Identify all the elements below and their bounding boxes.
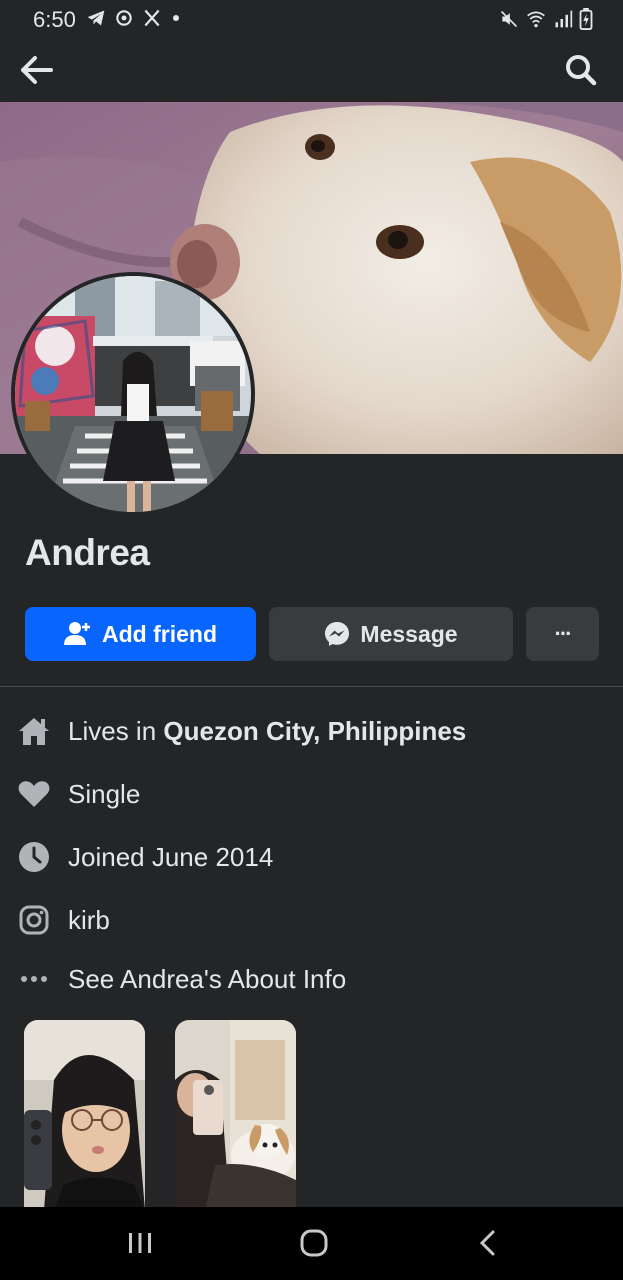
home-nav-icon xyxy=(300,1229,328,1257)
wifi-icon xyxy=(527,11,545,28)
battery-icon xyxy=(579,8,593,30)
signal-icon xyxy=(555,10,573,28)
add-friend-button[interactable]: Add friend xyxy=(25,607,256,661)
dot-icon xyxy=(173,15,179,21)
featured-photo-1[interactable] xyxy=(24,1020,145,1210)
search-button[interactable] xyxy=(561,52,601,88)
app-bar xyxy=(0,38,623,102)
telegram-icon xyxy=(87,10,105,26)
instagram-icon xyxy=(18,904,50,936)
info-about-link[interactable]: See Andrea's About Info xyxy=(0,957,623,1001)
status-right-icons xyxy=(499,8,593,30)
status-time: 6:50 xyxy=(33,7,76,32)
divider xyxy=(0,686,623,687)
info-lives-place: Quezon City, Philippines xyxy=(163,715,467,746)
info-lives-prefix: Lives in xyxy=(68,715,164,746)
mute-icon xyxy=(500,10,518,28)
featured-photo-2[interactable] xyxy=(175,1020,296,1210)
recent-apps-icon xyxy=(129,1233,151,1253)
home-icon xyxy=(18,715,50,747)
x-icon xyxy=(144,9,160,27)
info-instagram[interactable]: kirb xyxy=(0,898,623,942)
featured-photo-2-image xyxy=(175,1020,296,1210)
back-nav-icon xyxy=(479,1230,495,1256)
profile-picture-image xyxy=(15,276,251,512)
status-left-icons xyxy=(86,8,182,28)
add-friend-icon xyxy=(64,622,90,645)
info-joined[interactable]: Joined June 2014 xyxy=(0,835,623,879)
message-label: Message xyxy=(360,620,458,647)
clock-icon xyxy=(18,841,50,873)
location-icon xyxy=(116,10,132,26)
info-lives-in[interactable]: Lives in Quezon City, Philippines xyxy=(0,709,623,753)
back-button[interactable] xyxy=(16,52,56,88)
search-icon xyxy=(566,55,597,86)
ellipsis-icon xyxy=(18,963,50,995)
info-lives-in-text: Lives in Quezon City, Philippines xyxy=(68,716,466,747)
back-nav-button[interactable] xyxy=(458,1223,518,1263)
profile-name: Andrea xyxy=(25,532,150,573)
heart-icon xyxy=(18,778,50,810)
more-options-button[interactable]: ··· xyxy=(526,607,599,661)
info-joined-text: Joined June 2014 xyxy=(68,841,274,872)
info-relationship[interactable]: Single xyxy=(0,772,623,816)
info-about-text: See Andrea's About Info xyxy=(68,963,347,994)
featured-photo-1-image xyxy=(24,1020,145,1210)
more-options-icon: ··· xyxy=(554,621,573,646)
profile-picture-frame xyxy=(11,272,255,516)
info-instagram-text: kirb xyxy=(68,904,110,935)
add-friend-label: Add friend xyxy=(102,620,217,647)
message-button[interactable]: Message xyxy=(269,607,513,661)
recent-apps-button[interactable] xyxy=(110,1223,170,1263)
status-bar: 6:50 xyxy=(0,0,623,38)
profile-picture[interactable] xyxy=(15,276,251,512)
info-relationship-text: Single xyxy=(68,778,141,809)
messenger-icon xyxy=(325,622,350,646)
system-nav-bar xyxy=(0,1207,623,1280)
arrow-left-icon xyxy=(21,56,53,84)
home-button[interactable] xyxy=(284,1223,344,1263)
